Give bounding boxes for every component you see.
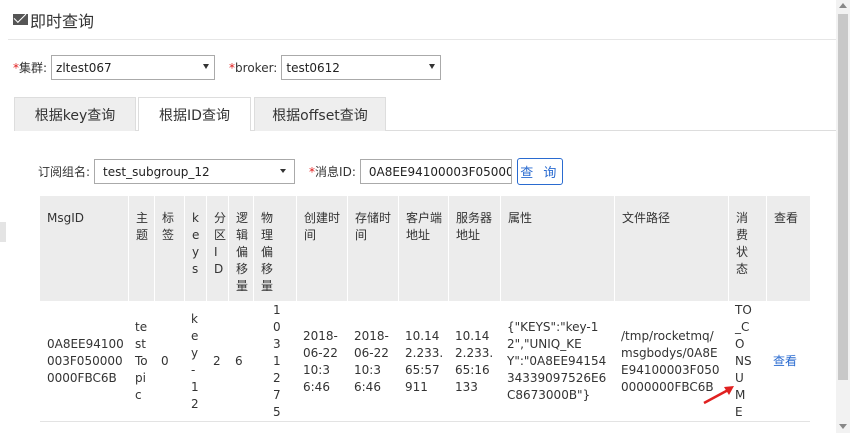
tab-by-id[interactable]: 根据ID查询 — [138, 97, 251, 132]
tab-by-offset[interactable]: 根据offset查询 — [254, 97, 386, 131]
col-consume-status: 消费状态 — [728, 196, 766, 301]
cell-logic-offset: 6 — [235, 354, 243, 368]
left-edge — [0, 0, 8, 433]
cell-msgid: 0A8EE94100003F0500000000FBC6B — [47, 337, 124, 385]
cell-topic: testTopic — [135, 320, 148, 402]
col-client-addr: 客户端地址 — [398, 196, 448, 301]
search-button[interactable]: 查 询 — [516, 158, 563, 185]
scrollbar-thumb[interactable] — [838, 14, 848, 380]
col-store-time: 存储时间 — [347, 196, 398, 301]
query-tabs: 根据key查询 根据ID查询 根据offset查询 — [14, 97, 836, 132]
tab-by-key[interactable]: 根据key查询 — [14, 97, 136, 131]
page-title: 即时查询 — [30, 11, 95, 31]
envelope-icon — [13, 14, 28, 25]
col-logic-offset: 逻辑偏移量 — [228, 196, 253, 301]
subscribe-group-value: test_subgroup_12 — [103, 164, 210, 179]
cell-server-addr: 10.142.233.65:16133 — [455, 328, 494, 394]
broker-label: broker: — [235, 60, 278, 75]
query-row: 订阅组名: test_subgroup_12 * 消息ID: 0A8EE9410… — [38, 158, 563, 185]
col-server-addr: 服务器地址 — [448, 196, 500, 301]
broker-select[interactable]: test0612 — [281, 55, 442, 80]
subscribe-group-label: 订阅组名: — [38, 165, 91, 179]
col-topic: 主题 — [128, 196, 154, 301]
cell-partition: 2 — [213, 354, 221, 368]
red-arrow-annotation — [703, 386, 734, 405]
cluster-label: 集群: — [19, 61, 48, 75]
cell-tag: 0 — [161, 354, 169, 368]
page: 即时查询 * 集群: zltest067 * broker: test0612 … — [8, 0, 836, 433]
table-row: 0A8EE94100003F0500000000FBC6B testTopic … — [40, 301, 810, 422]
col-tag: 标签 — [154, 196, 184, 301]
scroll-up-icon[interactable] — [839, 3, 847, 8]
col-phys-offset: 物理偏移量 — [253, 196, 278, 301]
chevron-down-icon — [280, 169, 287, 173]
filter-bar: * 集群: zltest067 * broker: test0612 — [13, 55, 442, 80]
col-msgid: MsgID — [47, 211, 85, 225]
chevron-down-icon — [429, 64, 436, 69]
table-header: MsgID 主题 标签 keys 分区ID 逻辑偏移量 物理偏移量 创建时间 存… — [40, 196, 810, 301]
col-props: 属性 — [500, 196, 614, 301]
cell-phys-offset: 1031275 — [273, 303, 281, 419]
view-link[interactable]: 查看 — [773, 353, 797, 370]
col-view: 查看 — [766, 196, 810, 301]
col-keys: keys — [184, 196, 206, 301]
cell-client-addr: 10.142.233.65:57911 — [405, 328, 444, 394]
col-partition: 分区ID — [206, 196, 228, 301]
scroll-down-icon[interactable] — [839, 424, 847, 429]
vertical-scrollbar[interactable] — [836, 0, 850, 433]
arrow-shaft — [703, 387, 731, 405]
cell-keys: key-12 — [191, 311, 199, 411]
cluster-select-value: zltest067 — [56, 60, 112, 75]
subscribe-group-select[interactable]: test_subgroup_12 — [94, 159, 296, 184]
left-collapse-handle[interactable] — [0, 222, 6, 242]
cell-view: 查看 — [766, 301, 810, 422]
msgid-label: 消息ID: — [315, 165, 356, 179]
cell-create-time: 2018-06-22 10:36:46 — [303, 328, 338, 394]
msgid-input[interactable]: 0A8EE94100003F0500000 — [359, 159, 512, 184]
cell-store-time: 2018-06-22 10:36:46 — [354, 328, 389, 394]
col-create-time: 创建时间 — [296, 196, 347, 301]
col-file-path: 文件路径 — [614, 196, 728, 301]
cluster-select[interactable]: zltest067 — [51, 55, 216, 80]
broker-select-value: test0612 — [286, 60, 340, 75]
chevron-down-icon — [203, 64, 210, 69]
page-header: 即时查询 — [8, 0, 836, 40]
cell-props: {"KEYS":"key-12","UNIQ_KEY":"0A8EE941543… — [507, 320, 607, 402]
